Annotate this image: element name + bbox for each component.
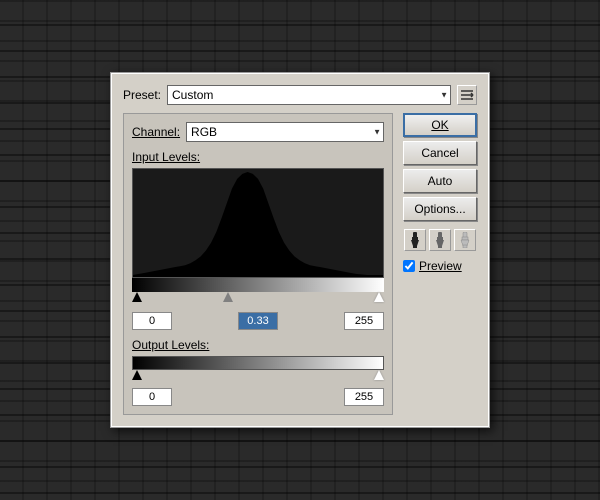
ok-button[interactable]: OK	[403, 113, 477, 137]
preset-label: Preset:	[123, 88, 161, 102]
gray-eyedropper-button[interactable]	[429, 229, 451, 251]
output-section: Output Levels:	[132, 338, 384, 406]
input-handles-row	[132, 292, 384, 308]
histogram-svg	[133, 169, 383, 277]
output-handles-row	[132, 370, 384, 384]
options-button[interactable]: Options...	[403, 197, 477, 221]
channel-select[interactable]: RGB Red Green Blue	[186, 122, 384, 142]
output-black-value[interactable]	[132, 388, 172, 406]
channel-row: Channel: RGB Red Green Blue ▼	[132, 122, 384, 142]
input-white-value[interactable]	[344, 312, 384, 330]
eyedroppers-row	[403, 229, 477, 251]
white-eyedropper-icon	[458, 232, 472, 248]
input-white-handle[interactable]	[374, 292, 384, 302]
preset-row: Preset: Custom ▼	[123, 85, 477, 105]
preview-checkbox[interactable]	[403, 260, 415, 272]
input-values-row	[132, 312, 384, 330]
histogram	[132, 168, 384, 278]
input-black-value[interactable]	[132, 312, 172, 330]
output-levels-label: Output Levels:	[132, 338, 384, 352]
black-eyedropper-icon	[408, 232, 422, 248]
preview-label[interactable]: Preview	[419, 259, 462, 273]
input-levels-label: Input Levels:	[132, 150, 384, 164]
preset-menu-button[interactable]	[457, 85, 477, 105]
input-gradient-bar	[132, 278, 384, 292]
output-black-handle[interactable]	[132, 370, 142, 380]
cancel-button[interactable]: Cancel	[403, 141, 477, 165]
channel-label: Channel:	[132, 125, 180, 139]
dialog-inner: Channel: RGB Red Green Blue ▼ Input Leve…	[123, 113, 477, 415]
left-panel: Channel: RGB Red Green Blue ▼ Input Leve…	[123, 113, 393, 415]
output-white-handle[interactable]	[374, 370, 384, 380]
auto-button[interactable]: Auto	[403, 169, 477, 193]
preview-row: Preview	[403, 259, 477, 273]
output-gradient-bar	[132, 356, 384, 370]
content-box: Channel: RGB Red Green Blue ▼ Input Leve…	[123, 113, 393, 415]
output-values-row	[132, 388, 384, 406]
levels-dialog: Preset: Custom ▼ Channel:	[110, 72, 490, 428]
gray-eyedropper-icon	[433, 232, 447, 248]
preset-select[interactable]: Custom	[167, 85, 451, 105]
preset-select-wrapper: Custom ▼	[167, 85, 451, 105]
black-eyedropper-button[interactable]	[404, 229, 426, 251]
white-eyedropper-button[interactable]	[454, 229, 476, 251]
input-mid-value[interactable]	[238, 312, 278, 330]
channel-select-wrapper: RGB Red Green Blue ▼	[186, 122, 384, 142]
input-black-handle[interactable]	[132, 292, 142, 302]
menu-lines-icon	[460, 89, 474, 101]
input-mid-handle[interactable]	[223, 292, 233, 302]
right-panel: OK Cancel Auto Options...	[403, 113, 477, 415]
output-white-value[interactable]	[344, 388, 384, 406]
